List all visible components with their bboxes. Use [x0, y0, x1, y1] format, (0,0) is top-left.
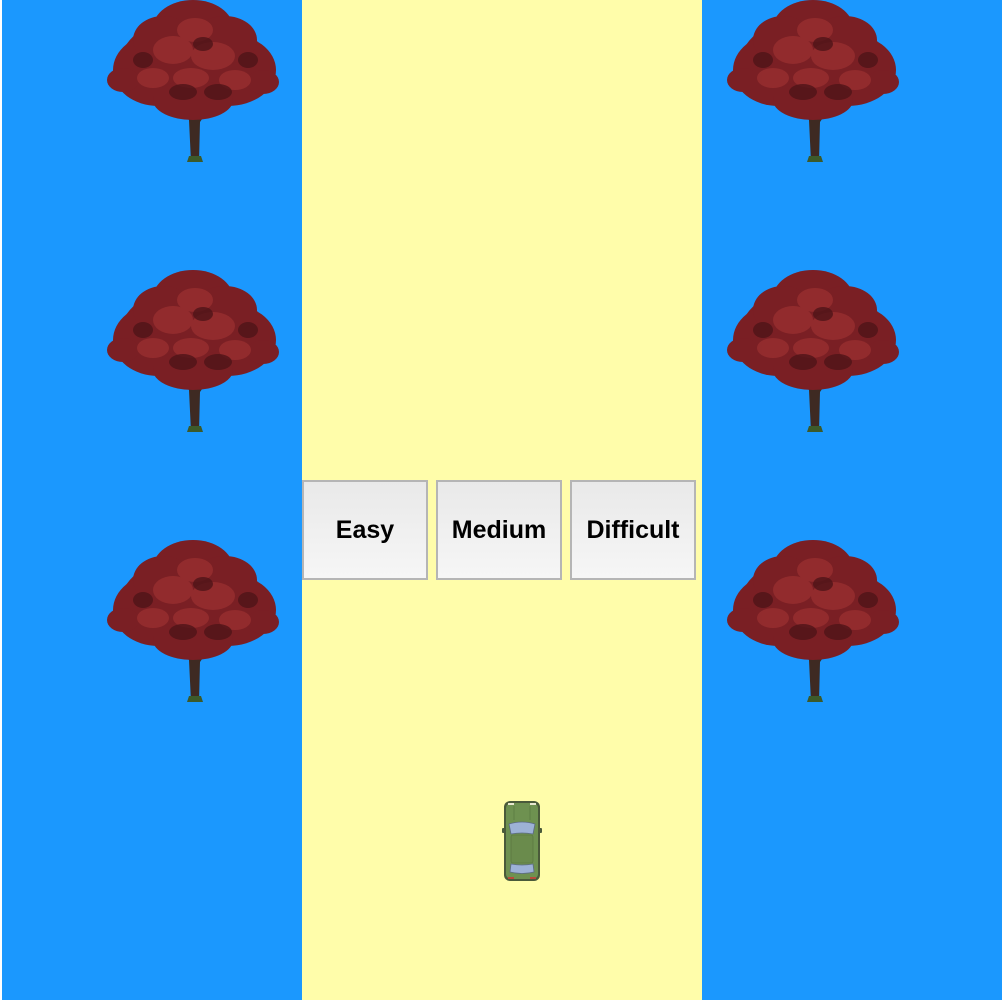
tree-icon: [103, 0, 283, 162]
tree-icon: [103, 270, 283, 432]
easy-button[interactable]: Easy: [302, 480, 428, 580]
car-icon: [502, 800, 542, 882]
tree-icon: [723, 0, 903, 162]
medium-button[interactable]: Medium: [436, 480, 562, 580]
game-canvas: Easy Medium Difficult: [0, 0, 1002, 1000]
tree-icon: [103, 540, 283, 702]
tree-icon: [723, 540, 903, 702]
difficult-button[interactable]: Difficult: [570, 480, 696, 580]
tree-icon: [723, 270, 903, 432]
